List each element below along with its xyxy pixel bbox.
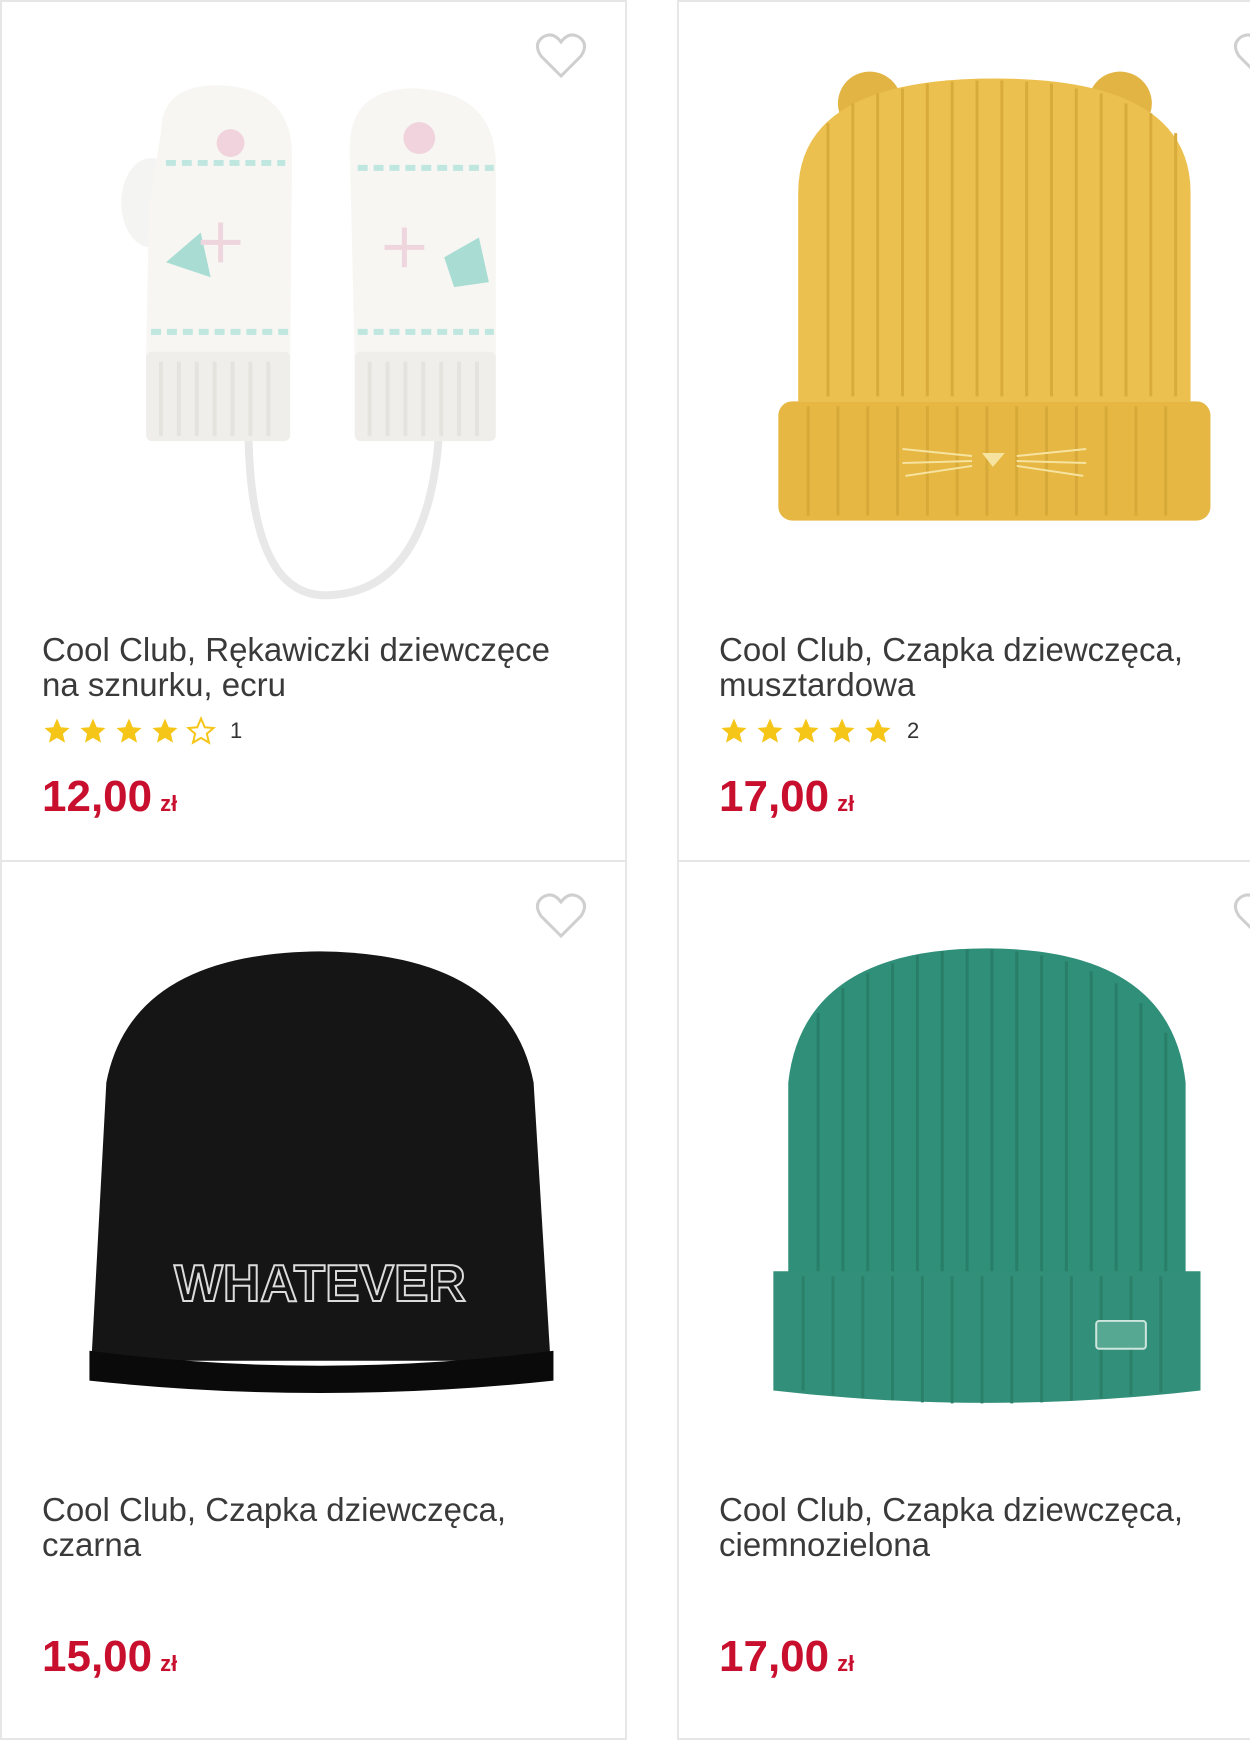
star-outline-icon: [186, 716, 216, 745]
product-rating: 1: [42, 716, 242, 746]
product-card[interactable]: WHATEVER Cool Club, Czapka dziewczęca, c…: [0, 860, 627, 1740]
price-currency: zł: [160, 791, 178, 816]
product-card[interactable]: Cool Club, Rękawiczki dziewczęce na sznu…: [0, 0, 627, 862]
favorite-heart-icon[interactable]: [1233, 892, 1250, 940]
star-icon: [116, 718, 142, 743]
favorite-heart-icon[interactable]: [535, 32, 587, 80]
hat-print-text: WHATEVER: [174, 1254, 466, 1312]
product-title[interactable]: Cool Club, Czapka dziewczęca, ciemnoziel…: [719, 1492, 1250, 1562]
review-count: 2: [907, 718, 920, 743]
product-image-mittens[interactable]: [2, 2, 625, 612]
favorite-heart-icon[interactable]: [535, 892, 587, 940]
star-icon: [721, 718, 747, 743]
product-grid: Cool Club, Rękawiczki dziewczęce na sznu…: [0, 0, 1250, 1740]
product-image-green-hat[interactable]: [679, 862, 1250, 1462]
price-value: 12,00: [42, 772, 153, 821]
product-title[interactable]: Cool Club, Czapka dziewczęca, musztardow…: [719, 632, 1250, 702]
star-icon: [829, 718, 855, 743]
product-price: 15,00 zł: [42, 1632, 177, 1682]
product-card[interactable]: Cool Club, Czapka dziewczęca, ciemnoziel…: [677, 860, 1250, 1740]
star-icon: [80, 718, 106, 743]
review-count: 1: [230, 718, 243, 743]
price-currency: zł: [837, 791, 855, 816]
price-currency: zł: [837, 1651, 855, 1676]
product-price: 17,00 zł: [719, 772, 854, 822]
price-value: 17,00: [719, 1632, 830, 1681]
product-title[interactable]: Cool Club, Rękawiczki dziewczęce na sznu…: [42, 632, 582, 702]
product-card[interactable]: Cool Club, Czapka dziewczęca, musztardow…: [677, 0, 1250, 862]
product-image-black-hat[interactable]: WHATEVER: [2, 862, 625, 1462]
favorite-heart-icon[interactable]: [1233, 32, 1250, 80]
star-icon: [793, 718, 819, 743]
price-value: 15,00: [42, 1632, 153, 1681]
product-image-mustard-hat[interactable]: [679, 2, 1250, 612]
star-icon: [757, 718, 783, 743]
product-rating: 2: [719, 716, 919, 746]
price-currency: zł: [160, 1651, 178, 1676]
product-price: 17,00 zł: [719, 1632, 854, 1682]
product-price: 12,00 zł: [42, 772, 177, 822]
star-icon: [44, 718, 70, 743]
price-value: 17,00: [719, 772, 830, 821]
star-icon: [865, 718, 891, 743]
star-icon: [152, 718, 178, 743]
product-title[interactable]: Cool Club, Czapka dziewczęca, czarna: [42, 1492, 582, 1562]
